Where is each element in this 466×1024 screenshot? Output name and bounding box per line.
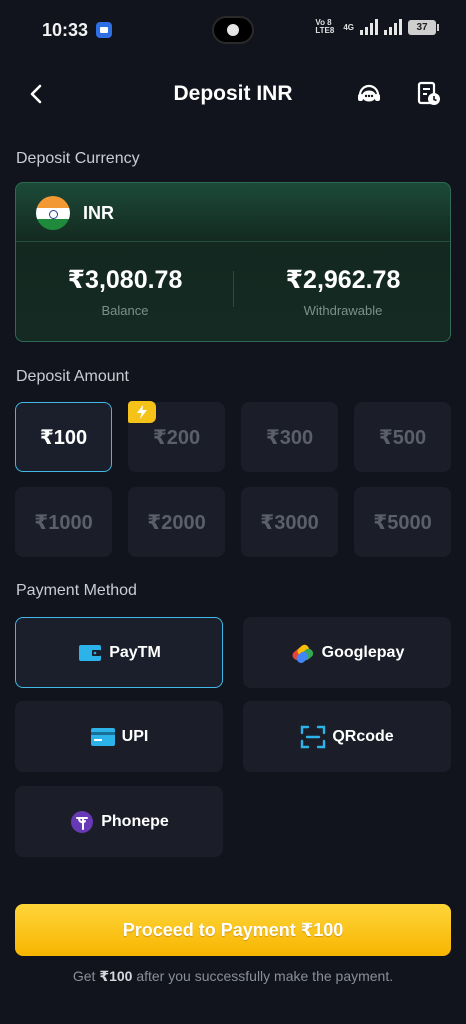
- amount-option-100[interactable]: ₹100: [15, 402, 112, 472]
- network-type: 4G: [343, 22, 354, 32]
- page-title: Deposit INR: [173, 82, 293, 105]
- signal-icon-2: [384, 19, 402, 35]
- signal-icon: [360, 19, 378, 35]
- amount-option-2000[interactable]: ₹2000: [128, 487, 225, 557]
- amount-option-1000[interactable]: ₹1000: [15, 487, 112, 557]
- header-bar: Deposit INR: [0, 70, 466, 118]
- card-icon: [90, 724, 116, 750]
- qr-scan-icon: [300, 724, 326, 750]
- payment-label: QRcode: [332, 727, 394, 745]
- amount-option-5000[interactable]: ₹5000: [354, 487, 451, 557]
- amount-option-3000[interactable]: ₹3000: [241, 487, 338, 557]
- proceed-to-payment-button[interactable]: Proceed to Payment ₹100: [15, 904, 451, 956]
- battery-icon: 37: [408, 19, 439, 35]
- payment-phonepe[interactable]: Phonepe: [15, 786, 223, 857]
- withdrawable-label: Withdrawable: [303, 303, 383, 318]
- payment-paytm[interactable]: PayTM: [15, 617, 223, 688]
- payment-upi[interactable]: UPI: [15, 701, 223, 772]
- status-time: 10:33: [42, 20, 89, 40]
- deposit-history-icon[interactable]: [416, 80, 442, 108]
- deposit-currency-label: Deposit Currency: [16, 150, 140, 167]
- withdrawable-block: ₹2,962.78 Withdrawable: [234, 265, 450, 318]
- camera-cutout: [212, 16, 254, 44]
- footnote-text: Get ₹100 after you successfully make the…: [0, 968, 466, 985]
- withdrawable-value: ₹2,962.78: [285, 266, 401, 294]
- lightning-icon: [128, 401, 156, 423]
- customer-support-icon[interactable]: [355, 80, 383, 108]
- payment-method-label: Payment Method: [16, 582, 137, 599]
- balance-label: Balance: [101, 303, 149, 318]
- status-bar: 10:33 Vo 8 LTE8 4G 37: [0, 0, 466, 62]
- payment-label: PayTM: [109, 643, 161, 661]
- footnote-amount: ₹100: [99, 968, 133, 984]
- payment-googlepay[interactable]: Googlepay: [243, 617, 451, 688]
- balance-value: ₹3,080.78: [67, 266, 183, 294]
- footnote-suffix: after you successfully make the payment.: [132, 968, 394, 984]
- balance-block: ₹3,080.78 Balance: [16, 265, 234, 318]
- payment-label: UPI: [121, 727, 149, 745]
- payment-label: Phonepe: [101, 812, 169, 830]
- deposit-amount-label: Deposit Amount: [16, 368, 129, 385]
- wallet-icon: [77, 640, 103, 666]
- payment-qrcode[interactable]: QRcode: [243, 701, 451, 772]
- network-label: Vo 8 LTE8: [315, 18, 335, 35]
- app-notification-icon: [96, 22, 112, 38]
- india-flag-icon: [36, 196, 70, 230]
- footnote-prefix: Get: [72, 968, 100, 984]
- battery-level: 37: [416, 21, 428, 33]
- currency-code: INR: [83, 203, 114, 223]
- amount-option-300[interactable]: ₹300: [241, 402, 338, 472]
- currency-row: INR: [16, 183, 450, 242]
- currency-card: INR ₹3,080.78 Balance ₹2,962.78 Withdraw…: [15, 182, 451, 342]
- googlepay-icon: [290, 640, 316, 666]
- phonepe-icon: [69, 809, 95, 835]
- amount-option-500[interactable]: ₹500: [354, 402, 451, 472]
- status-indicators: Vo 8 LTE8 4G 37: [315, 18, 439, 35]
- payment-label: Googlepay: [321, 643, 405, 661]
